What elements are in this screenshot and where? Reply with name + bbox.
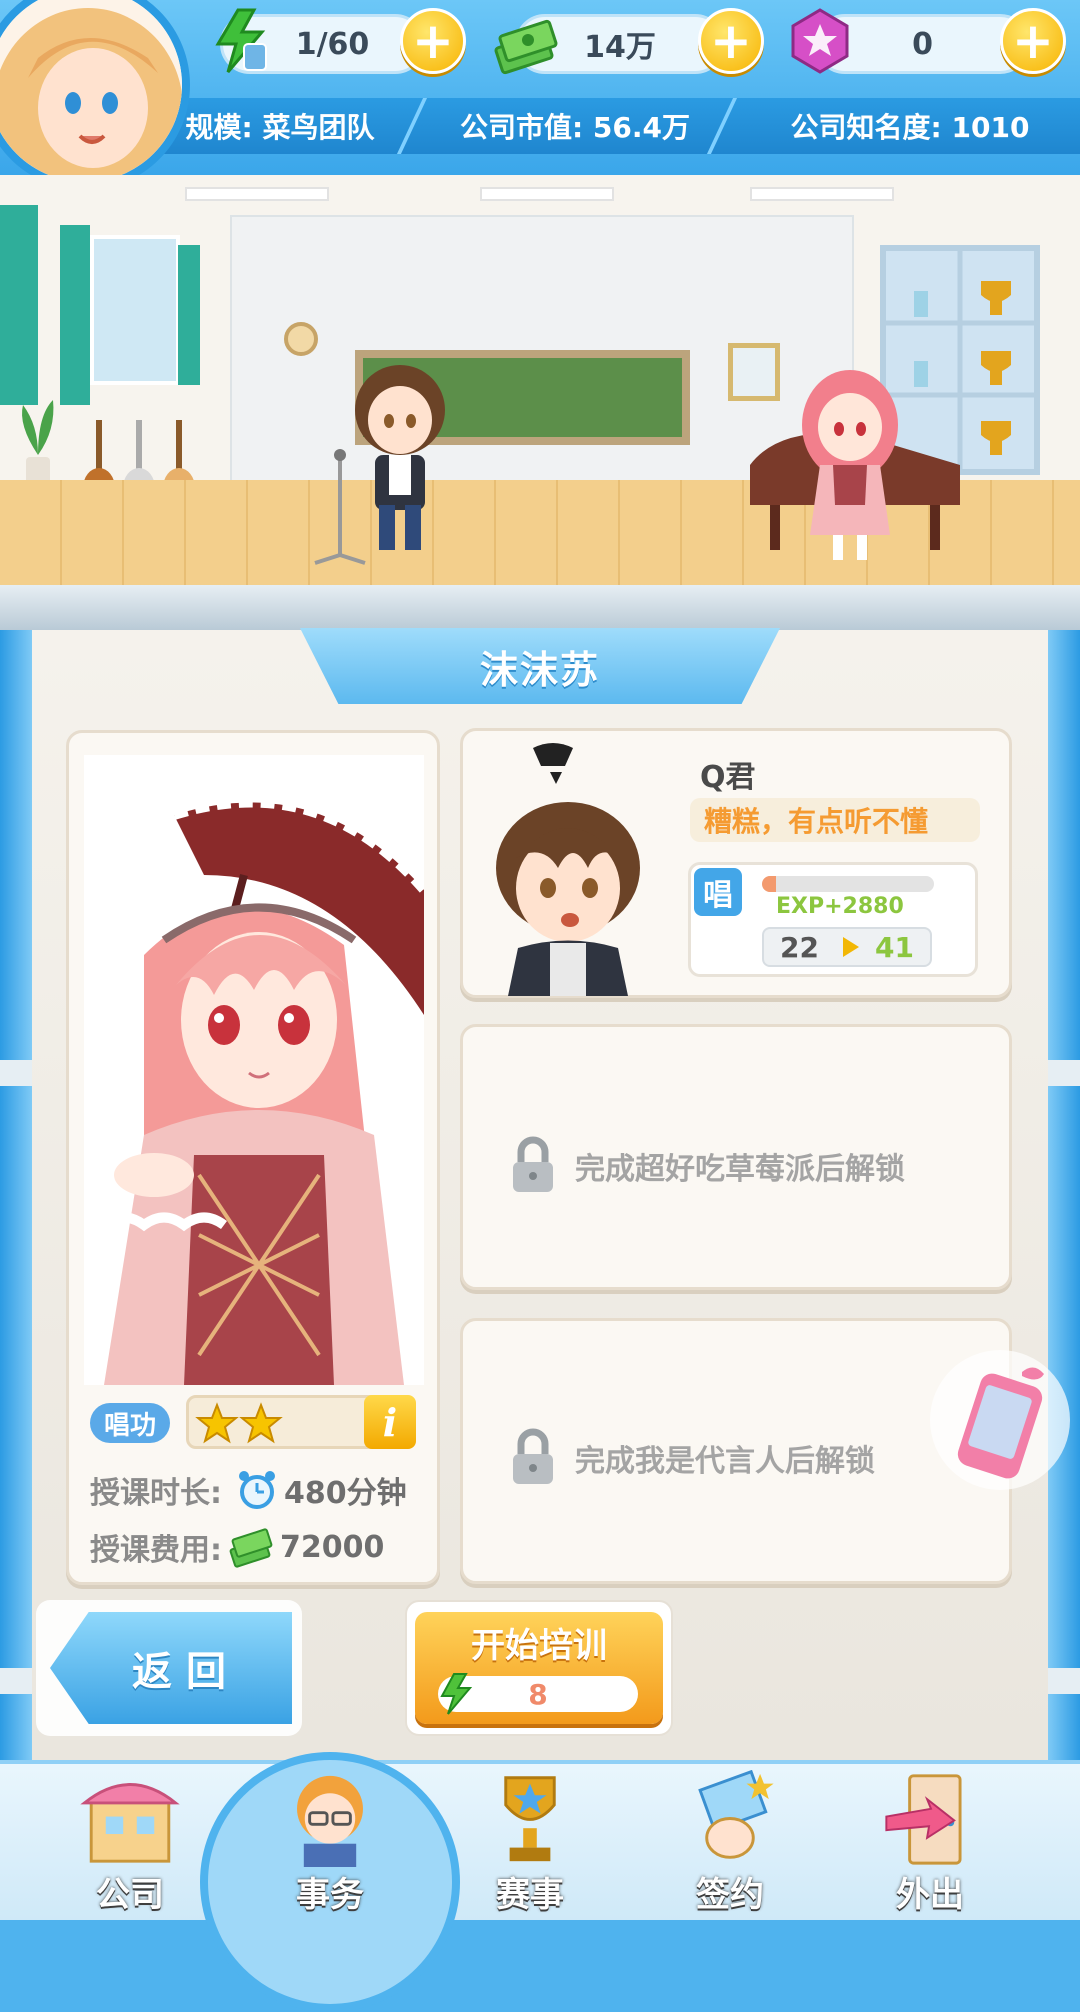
building-icon — [80, 1783, 180, 1863]
exp-progress-bar — [762, 876, 934, 892]
fee-value: 72000 — [280, 1529, 385, 1565]
money-value: 14万 — [584, 30, 656, 65]
artist-portrait[interactable] — [84, 755, 424, 1385]
energy-value: 1/60 — [295, 26, 370, 62]
add-gem-button[interactable]: + — [1000, 8, 1066, 74]
trophy-icon — [504, 1776, 556, 1862]
company-scale: 规模: 菜鸟团队 — [185, 111, 375, 144]
player-avatar-image — [0, 0, 182, 182]
nav-company-label: 公司 — [96, 1875, 164, 1915]
nav-company[interactable]: 公司 — [40, 1770, 220, 1920]
company-market-value: 公司市值: 56.4万 — [459, 111, 691, 144]
duration-row: 授课时长: 480分钟 — [90, 1468, 407, 1512]
gem-value: 0 — [912, 26, 933, 62]
student-chibi-sprite[interactable] — [795, 365, 905, 565]
teacher-mood: 糟糕，有点听不懂 — [690, 798, 980, 842]
skill-type-badge: 唱功 — [90, 1403, 170, 1443]
sing-skill-tag: 唱 — [694, 868, 742, 916]
locked-slot-2-content: 完成我是代言人后解锁 — [505, 1428, 875, 1488]
level-from: 22 — [780, 930, 819, 964]
nav-outing[interactable]: 外出 — [840, 1770, 1020, 1920]
locked-slot-1-text: 完成超好吃草莓派后解锁 — [575, 1152, 905, 1187]
wall-clock-icon — [284, 322, 318, 356]
fee-label: 授课费用: — [90, 1533, 222, 1568]
company-fame: 公司知名度: 1010 — [790, 111, 1030, 144]
nav-affairs[interactable]: 事务 — [240, 1770, 420, 1920]
contract-icon — [698, 1770, 774, 1859]
practice-room-scene — [0, 175, 1080, 585]
padlock-icon — [513, 1428, 553, 1484]
duration-value: 480分钟 — [284, 1476, 407, 1511]
teacher-portrait — [478, 738, 658, 996]
alarm-clock-icon — [239, 1471, 275, 1509]
energy-hourglass-icon — [215, 8, 267, 73]
nav-events[interactable]: 赛事 — [440, 1770, 620, 1920]
star-icon — [195, 1402, 239, 1444]
company-stats-strip: 规模: 菜鸟团队 公司市值: 56.4万 公司知名度: 1010 — [150, 98, 1080, 154]
cash-icon — [229, 1528, 273, 1568]
add-money-button[interactable]: + — [698, 8, 764, 74]
locked-slot-2-text: 完成我是代言人后解锁 — [575, 1444, 875, 1479]
star-rating — [195, 1402, 283, 1446]
level-change: 22 41 — [762, 927, 932, 967]
gem-icon — [791, 8, 849, 74]
nav-sign-label: 签约 — [696, 1875, 764, 1915]
exp-gain: EXP+2880 — [776, 894, 904, 919]
nav-outing-label: 外出 — [896, 1875, 964, 1915]
arrow-right-icon — [843, 937, 859, 957]
training-cost-value: 8 — [528, 1677, 548, 1711]
microphone-stand — [310, 445, 370, 565]
back-button-label: 返回 — [132, 1649, 240, 1695]
door-icon — [885, 1774, 962, 1865]
duration-label: 授课时长: — [90, 1476, 222, 1511]
level-to: 41 — [875, 930, 914, 964]
star-icon — [239, 1402, 283, 1444]
manager-icon — [297, 1775, 363, 1867]
locked-slot-1-content: 完成超好吃草莓派后解锁 — [505, 1136, 905, 1196]
nav-sign[interactable]: 签约 — [640, 1770, 820, 1920]
panel-title: 沫沫苏 — [300, 628, 780, 704]
phone-button[interactable] — [930, 1350, 1070, 1490]
info-button[interactable]: i — [364, 1395, 416, 1449]
add-energy-button[interactable]: + — [400, 8, 466, 74]
padlock-icon — [513, 1136, 553, 1192]
nav-events-label: 赛事 — [496, 1875, 564, 1915]
fee-row: 授课费用: 72000 — [90, 1524, 384, 1570]
cash-stack-icon — [494, 19, 558, 75]
nav-affairs-label: 事务 — [296, 1875, 364, 1915]
artist-name: 沫沫苏 — [479, 647, 600, 692]
phone-icon — [957, 1367, 1044, 1479]
teacher-name: Q君 — [700, 760, 756, 795]
back-button[interactable]: 返回 — [50, 1612, 292, 1724]
exp-progress-fill — [762, 876, 776, 892]
energy-bolt-icon — [440, 1673, 473, 1715]
start-training-label: 开始培训 — [471, 1626, 607, 1666]
